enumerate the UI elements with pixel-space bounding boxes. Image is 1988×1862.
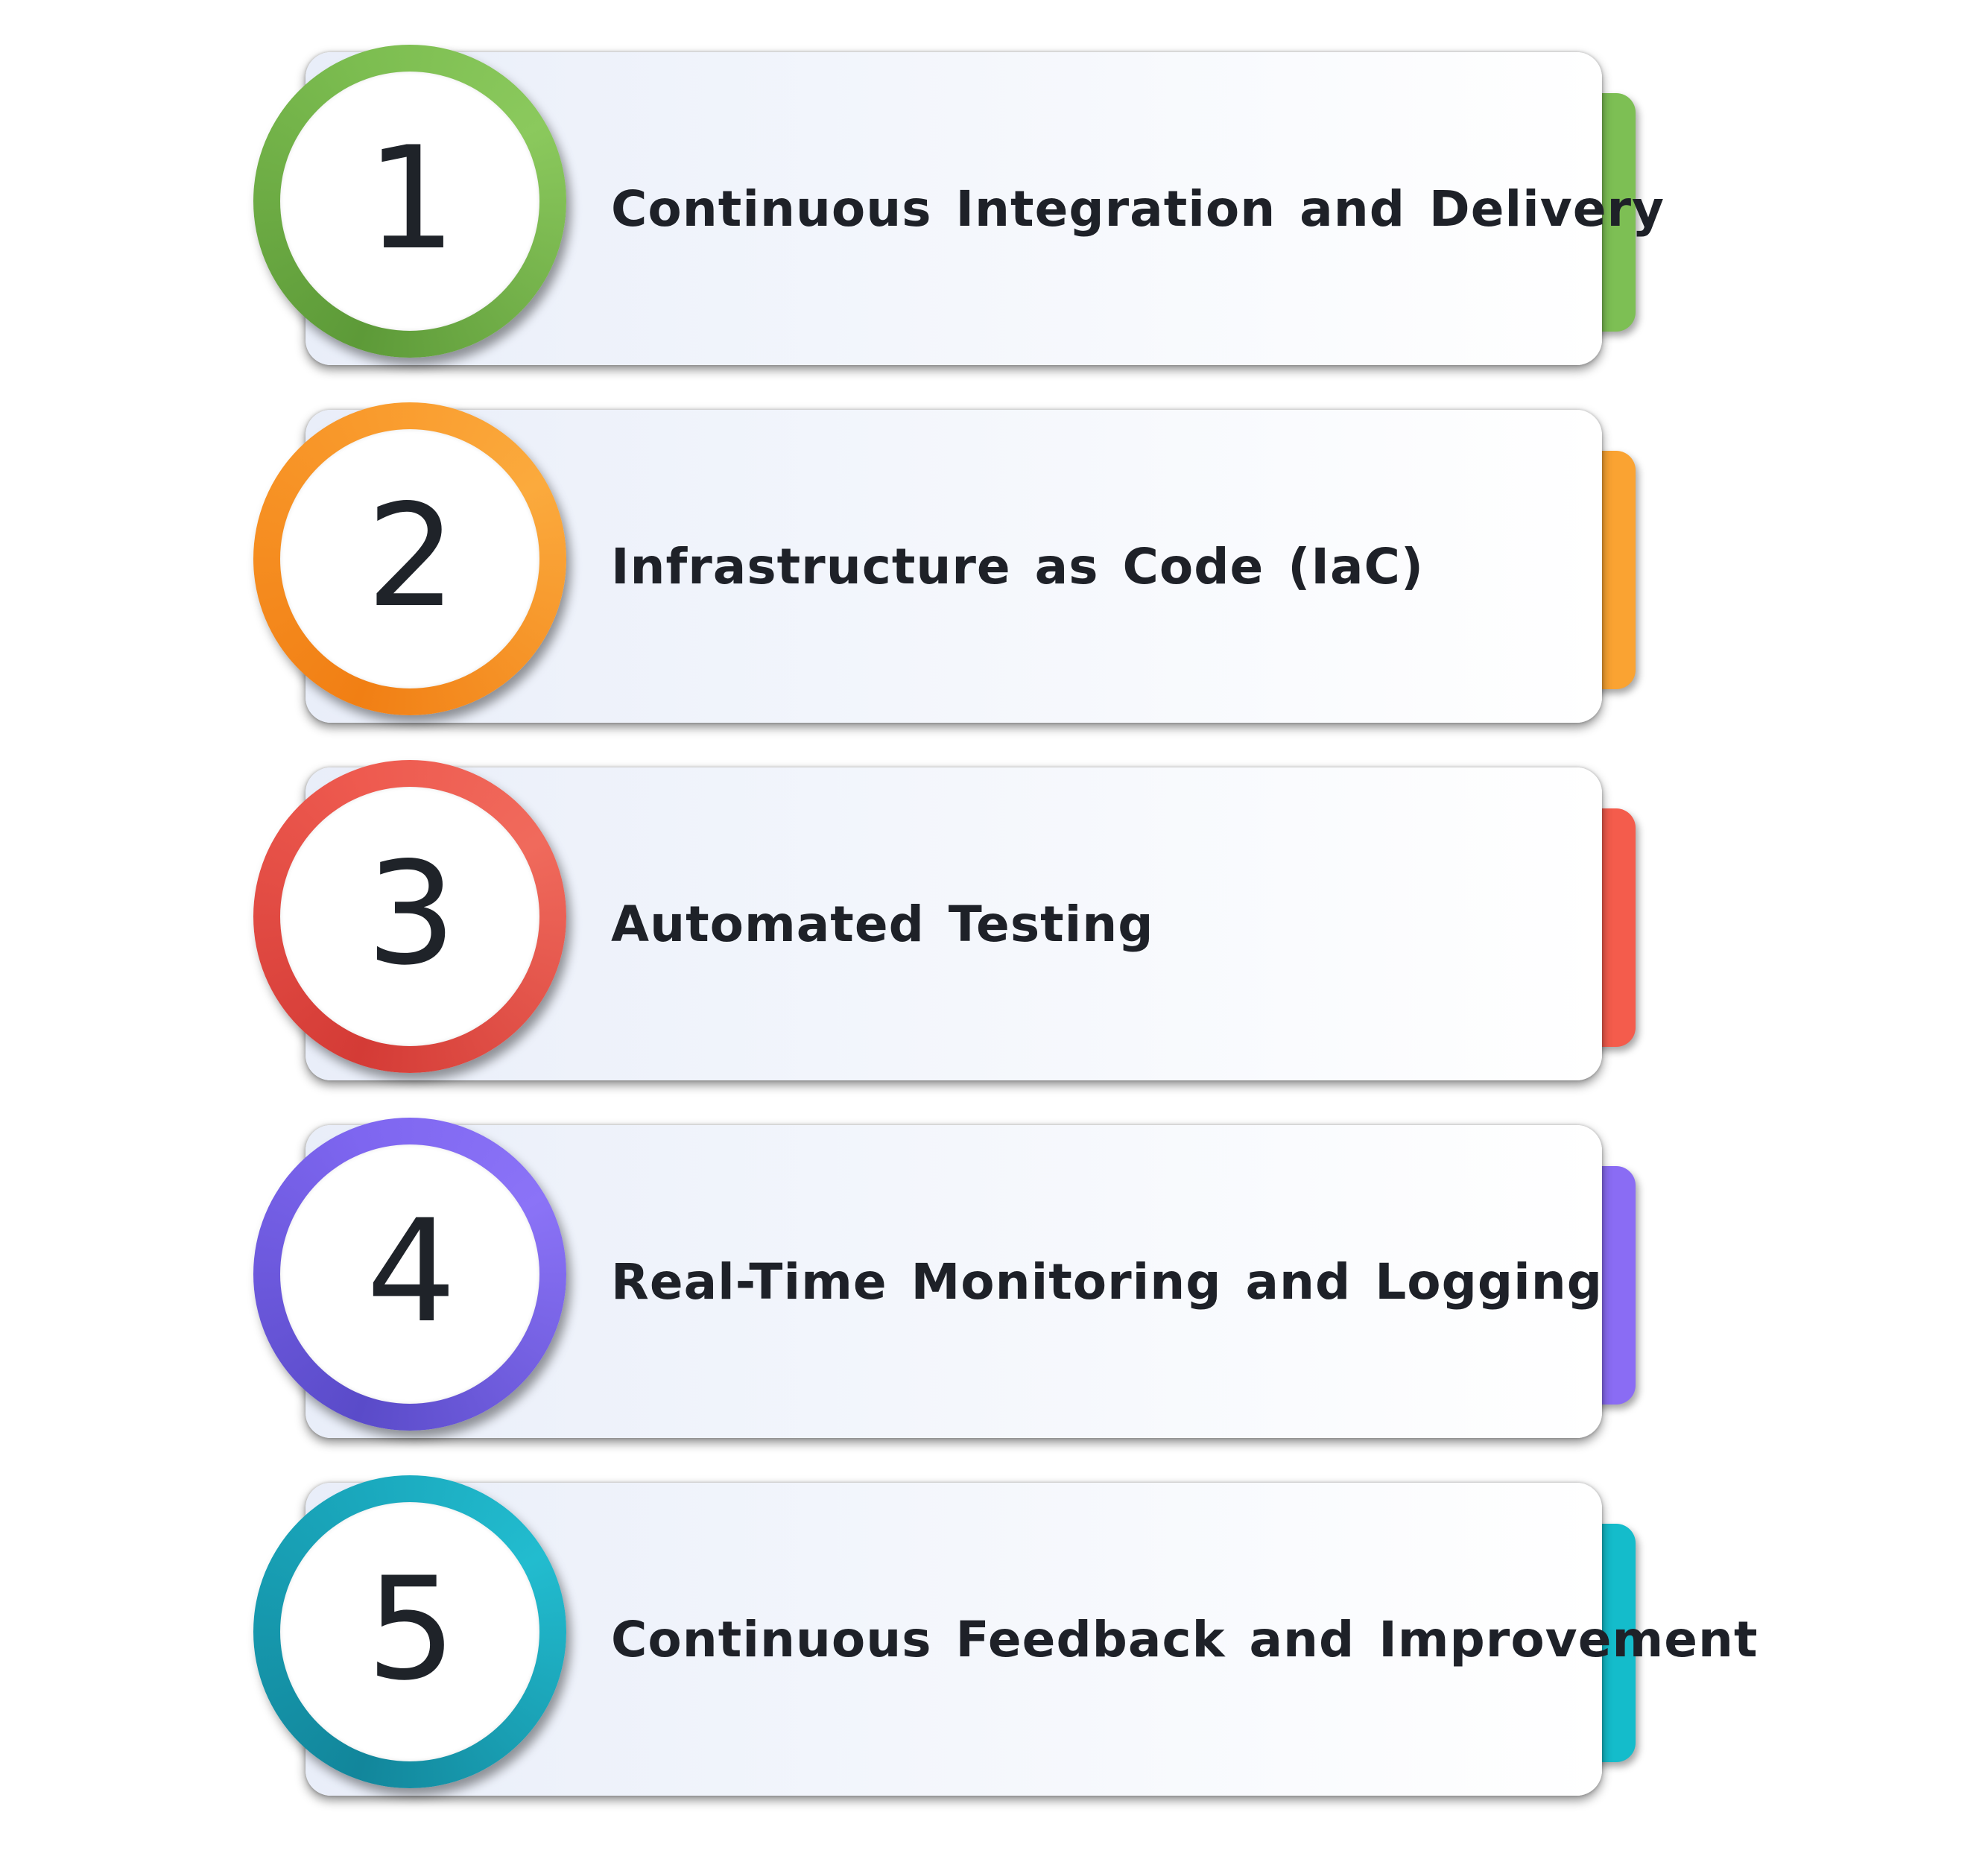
step-3-number-circle: 3: [280, 787, 539, 1046]
step-4-number-ring: 4: [253, 1118, 566, 1431]
step-1-number-ring: 1: [253, 45, 566, 358]
step-5: 5 Continuous Feedback and Improvement: [253, 1475, 1759, 1803]
step-3-label: Automated Testing: [611, 895, 1154, 953]
step-3-number: 3: [366, 832, 457, 996]
step-2-number-circle: 2: [280, 429, 539, 688]
step-4-label: Real-Time Monitoring and Logging: [611, 1253, 1603, 1311]
step-2-number: 2: [366, 474, 457, 639]
step-1-number: 1: [366, 116, 457, 281]
step-5-label: Continuous Feedback and Improvement: [611, 1610, 1759, 1668]
step-4: 4 Real-Time Monitoring and Logging: [253, 1118, 1669, 1445]
step-3-number-ring: 3: [253, 760, 566, 1073]
step-5-number-circle: 5: [280, 1502, 539, 1761]
step-4-number: 4: [366, 1189, 457, 1354]
step-3: 3 Automated Testing: [253, 760, 1669, 1088]
step-2-number-ring: 2: [253, 402, 566, 715]
step-4-number-circle: 4: [280, 1144, 539, 1404]
steps-list: 1 Continuous Integration and Delivery 2 …: [0, 0, 1988, 1862]
step-5-number-ring: 5: [253, 1475, 566, 1788]
step-1-label: Continuous Integration and Delivery: [611, 180, 1665, 238]
step-1-number-circle: 1: [280, 72, 539, 331]
step-2: 2 Infrastructure as Code (IaC): [253, 402, 1669, 730]
step-2-label: Infrastructure as Code (IaC): [611, 537, 1425, 595]
step-1: 1 Continuous Integration and Delivery: [253, 45, 1669, 373]
step-5-number: 5: [366, 1547, 457, 1711]
